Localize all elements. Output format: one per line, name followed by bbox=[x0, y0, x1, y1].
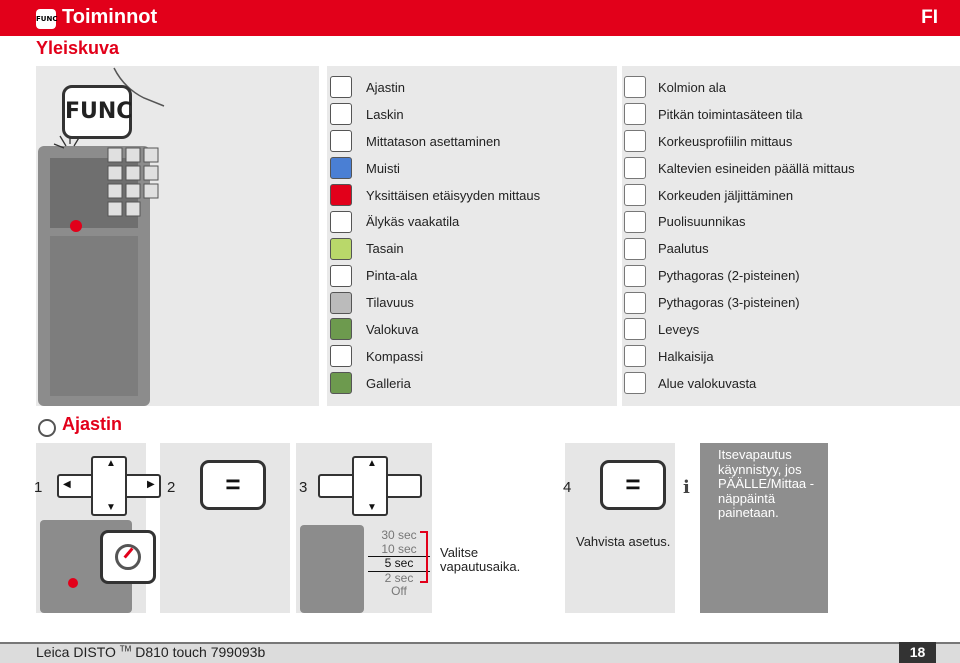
list-item: Paalutus bbox=[624, 235, 855, 262]
list-item: Korkeuden jäljittäminen bbox=[624, 182, 855, 209]
list-item: Pythagoras (3-pisteinen) bbox=[624, 289, 855, 316]
list-item: Kaltevien esineiden päällä mittaus bbox=[624, 155, 855, 182]
step-number: 2 bbox=[167, 479, 176, 496]
timer-icon bbox=[115, 544, 141, 570]
function-list-left: Ajastin Laskin Mittatason asettaminen Mu… bbox=[330, 74, 540, 397]
list-item: Tilavuus bbox=[330, 289, 540, 316]
list-item: Leveys bbox=[624, 316, 855, 343]
arrow-up-icon: ▲ bbox=[106, 458, 116, 469]
width-icon bbox=[624, 318, 646, 341]
device-illustration bbox=[40, 520, 156, 613]
compass-icon bbox=[330, 345, 352, 368]
confirm-key: = bbox=[200, 460, 266, 510]
list-item: Älykäs vaakatila bbox=[330, 208, 540, 235]
slope-icon bbox=[624, 157, 646, 180]
func-badge-icon: FUNC bbox=[36, 9, 57, 29]
list-item: Pythagoras (2-pisteinen) bbox=[624, 262, 855, 289]
height-tracking-icon bbox=[624, 184, 646, 206]
func-key: FUNC bbox=[62, 85, 132, 139]
triangle-area-icon bbox=[624, 76, 646, 99]
reference-plane-icon bbox=[330, 130, 352, 153]
info-icon: i bbox=[683, 477, 690, 498]
list-item: Korkeusprofiilin mittaus bbox=[624, 128, 855, 155]
area-icon bbox=[330, 264, 352, 287]
section-subtitle: Yleiskuva bbox=[36, 38, 120, 58]
navigation-pad: ▲ ▼ ◀ ▶ bbox=[57, 456, 161, 516]
arrow-down-icon: ▼ bbox=[106, 502, 116, 513]
footer-product: Leica DISTO TM D810 touch 799093b bbox=[36, 644, 266, 660]
volume-icon bbox=[330, 291, 352, 314]
height-profile-icon bbox=[624, 130, 646, 153]
gallery-icon bbox=[330, 372, 352, 395]
list-item: Tasain bbox=[330, 235, 540, 262]
step-number: 1 bbox=[34, 479, 43, 496]
arrow-left-icon: ◀ bbox=[63, 479, 71, 490]
diameter-icon bbox=[624, 345, 646, 368]
arrow-right-icon: ▶ bbox=[147, 479, 155, 490]
timer-key bbox=[100, 530, 156, 584]
area-from-photo-icon bbox=[624, 372, 646, 395]
language-code: FI bbox=[921, 7, 938, 28]
navigation-pad: ▲ ▼ bbox=[318, 456, 422, 516]
timer-icon bbox=[330, 76, 352, 99]
list-item: Puolisuunnikas bbox=[624, 208, 855, 235]
arrow-up-icon: ▲ bbox=[367, 458, 377, 469]
function-list-right: Kolmion ala Pitkän toimintasäteen tila K… bbox=[624, 74, 855, 397]
list-item: Muisti bbox=[330, 155, 540, 182]
list-item: Galleria bbox=[330, 370, 540, 397]
step-number: 4 bbox=[563, 479, 572, 496]
info-note: Itsevapautus käynnistyy, jos PÄÄLLE/Mitt… bbox=[700, 443, 828, 613]
list-item: Valokuva bbox=[330, 316, 540, 343]
photo-icon bbox=[330, 318, 352, 341]
list-item: Mittatason asettaminen bbox=[330, 128, 540, 155]
caption-confirm: Vahvista asetus. bbox=[576, 534, 671, 549]
level-icon bbox=[330, 237, 352, 260]
smart-horizontal-icon bbox=[330, 210, 352, 233]
stake-out-icon bbox=[624, 237, 646, 260]
arrow-down-icon: ▼ bbox=[367, 502, 377, 513]
list-item: Kolmion ala bbox=[624, 74, 855, 101]
pythagoras-3-icon bbox=[624, 291, 646, 314]
page-number: 18 bbox=[899, 642, 936, 663]
memory-icon bbox=[330, 157, 352, 180]
step-number: 3 bbox=[299, 479, 308, 496]
timer-option: Off bbox=[391, 584, 407, 598]
page-title: Toiminnot bbox=[62, 6, 158, 28]
timer-icon bbox=[38, 419, 56, 437]
single-distance-icon bbox=[330, 184, 352, 206]
list-item: Alue valokuvasta bbox=[624, 370, 855, 397]
selection-bracket bbox=[420, 531, 428, 583]
list-item: Laskin bbox=[330, 101, 540, 128]
list-item: Kompassi bbox=[330, 343, 540, 370]
long-range-icon bbox=[624, 103, 646, 126]
device-illustration bbox=[300, 525, 364, 613]
list-item: Ajastin bbox=[330, 74, 540, 101]
trapezoid-icon bbox=[624, 210, 646, 233]
pythagoras-2-icon bbox=[624, 264, 646, 287]
confirm-key: = bbox=[600, 460, 666, 510]
list-item: Halkaisija bbox=[624, 343, 855, 370]
calculator-icon bbox=[330, 103, 352, 126]
list-item: Yksittäisen etäisyyden mittaus bbox=[330, 182, 540, 209]
list-item: Pinta-ala bbox=[330, 262, 540, 289]
list-item: Pitkän toimintasäteen tila bbox=[624, 101, 855, 128]
section-title-timer: Ajastin bbox=[62, 414, 123, 434]
caption-select: Valitse vapautusaika. bbox=[440, 545, 521, 574]
